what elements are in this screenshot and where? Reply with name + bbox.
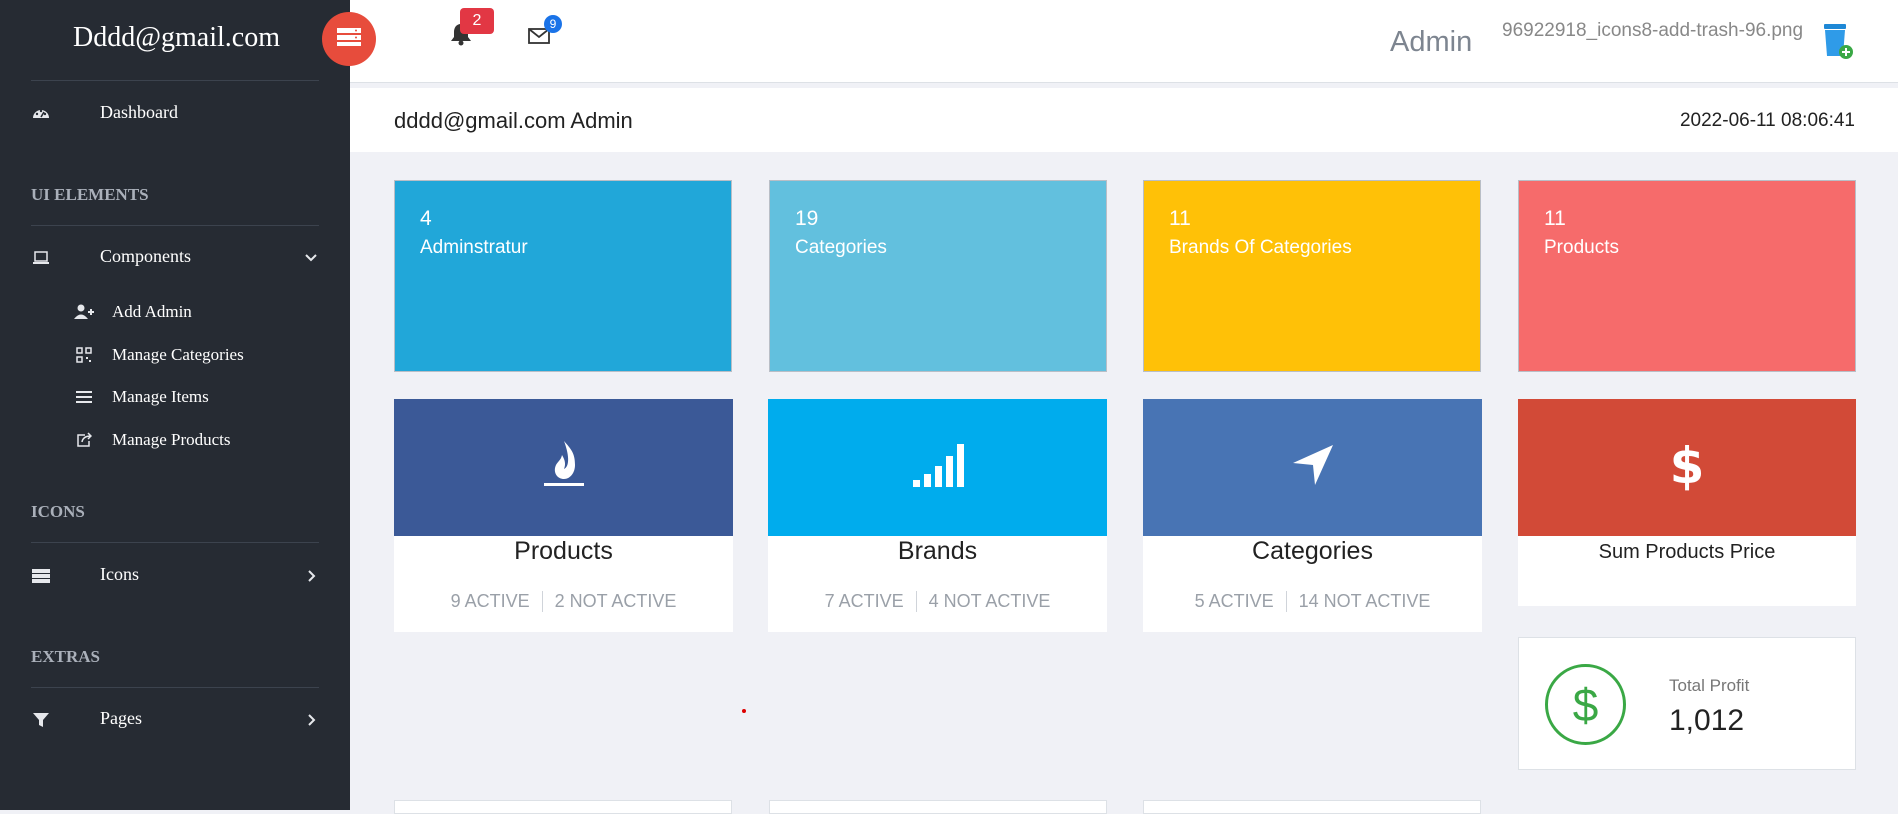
list-icon [74,387,94,407]
sidebar-item-components[interactable]: Components [0,238,350,278]
share-square-icon [74,430,94,450]
card-title: Sum Products Price [1598,541,1776,563]
notification-badge: 2 [460,8,494,34]
inactive-count: 14 NOT ACTIVE [1285,591,1443,612]
stat-number: 11 [1544,207,1566,230]
card-meta: 5 ACTIVE 14 NOT ACTIVE [1143,591,1482,612]
active-count: 7 ACTIVE [824,591,904,611]
stat-number: 4 [420,207,432,230]
fire-icon [541,439,587,496]
sidebar-subitem-manage-categories[interactable]: Manage Categories [0,338,350,374]
sidebar-subitem-label: Add Admin [112,302,192,321]
card-header [1143,399,1482,536]
sidebar-item-label: Components [100,246,192,266]
sidebar-subitem-label: Manage Categories [112,345,244,364]
sidebar-item-label: Dashboard [100,102,178,122]
stat-number: 19 [795,207,819,230]
card-brands[interactable]: Brands 7 ACTIVE 4 NOT ACTIVE [768,399,1107,632]
dashboard-icon [31,104,51,124]
section-extras: EXTRAS [31,647,100,666]
page-header: dddd@gmail.com Admin 2022-06-11 08:06:41 [350,88,1898,152]
divider [31,80,319,81]
card-header [768,399,1107,536]
sidebar-subitem-manage-products[interactable]: Manage Products [0,423,350,459]
divider [31,687,319,688]
divider [31,542,319,543]
stat-label: Brands Of Categories [1169,237,1352,258]
card-title: Categories [1252,537,1373,565]
trash-add-icon[interactable] [1820,22,1854,65]
chevron-right-icon [304,566,318,586]
stat-tile-products[interactable]: 11 Products [1518,180,1856,372]
filter-icon [31,710,51,730]
stat-label: Categories [795,237,887,258]
svg-text:$: $ [1670,439,1704,491]
card-header [394,399,733,536]
bottom-card [769,800,1107,814]
dollar-icon: $ [1670,437,1705,496]
sidebar-subitem-add-admin[interactable]: Add Admin [0,295,350,331]
card-header: $ [1518,399,1856,536]
card-title: Products [514,537,613,565]
bottom-card [1143,800,1481,814]
section-ui-elements: UI ELEMENTS [31,185,149,204]
server-icon [336,27,362,52]
stat-label: Adminstratur [420,237,528,258]
card-title: Brands [897,537,978,565]
chevron-right-icon [304,710,318,730]
laptop-icon [31,248,51,268]
message-badge: 9 [544,15,562,33]
divider [31,225,319,226]
user-plus-icon [74,302,94,322]
stat-tile-admins[interactable]: 4 Adminstratur [394,180,732,372]
section-icons: ICONS [31,502,85,521]
inactive-count: 2 NOT ACTIVE [541,591,689,612]
stat-label: Products [1544,237,1619,258]
card-sum-products-price[interactable]: $ Sum Products Price [1518,399,1856,606]
bottom-card [394,800,732,814]
sidebar-item-label: Icons [100,564,139,584]
sidebar-subitem-label: Manage Products [112,430,231,449]
active-count: 9 ACTIVE [450,591,530,611]
server-icon [31,566,51,586]
profit-value: 1,012 [1669,704,1745,737]
sidebar-item-dashboard[interactable]: Dashboard [0,94,350,134]
sidebar-item-pages[interactable]: Pages [0,700,350,740]
sidebar-subitem-manage-items[interactable]: Manage Items [0,380,350,416]
sidebar-item-icons[interactable]: Icons [0,556,350,596]
brand: Dddd@gmail.com [0,0,350,80]
profile-image-alt: 96922918_icons8-add-trash-96.png [1502,20,1804,41]
qrcode-icon [74,345,94,365]
card-meta: 7 ACTIVE 4 NOT ACTIVE [768,591,1107,612]
red-dot-marker [742,709,746,713]
profit-label: Total Profit [1669,676,1750,695]
current-user-label: dddd@gmail.com Admin [394,108,633,133]
inactive-count: 4 NOT ACTIVE [915,591,1063,612]
card-categories[interactable]: Categories 5 ACTIVE 14 NOT ACTIVE [1143,399,1482,632]
sidebar-subitem-label: Manage Items [112,387,209,406]
dollar-circle-icon: $ [1545,664,1626,745]
sidebar-toggle-button[interactable] [322,12,376,66]
admin-name[interactable]: Admin [1390,26,1472,59]
card-meta: 9 ACTIVE 2 NOT ACTIVE [394,591,733,612]
stat-number: 11 [1169,207,1191,230]
timestamp: 2022-06-11 08:06:41 [1679,110,1855,131]
location-arrow-icon [1291,443,1335,492]
sidebar-item-label: Pages [100,708,142,728]
total-profit-widget: $ Total Profit 1,012 [1518,637,1856,770]
card-products[interactable]: Products 9 ACTIVE 2 NOT ACTIVE [394,399,733,632]
sidebar: Dddd@gmail.com Dashboard UI ELEMENTS Com… [0,0,350,810]
chevron-down-icon [304,248,318,268]
stat-tile-categories[interactable]: 19 Categories [769,180,1107,372]
stat-tile-brands[interactable]: 11 Brands Of Categories [1143,180,1481,372]
brand-email[interactable]: Dddd@gmail.com [73,22,280,54]
signal-icon [911,442,965,493]
active-count: 5 ACTIVE [1194,591,1274,611]
